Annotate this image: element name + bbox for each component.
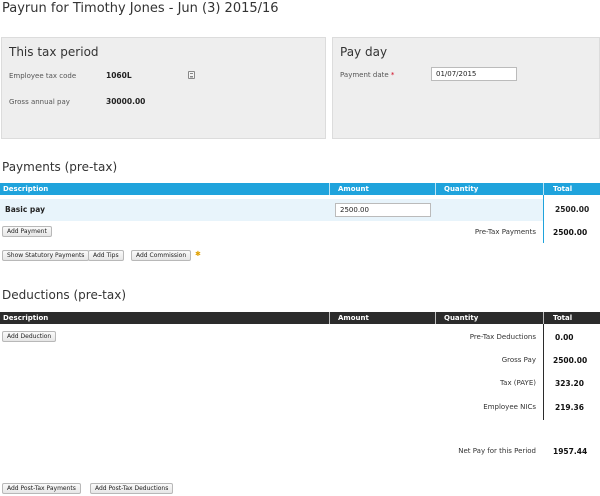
- add-deduction-button[interactable]: Add Deduction: [2, 331, 57, 342]
- column-divider: [543, 183, 544, 195]
- tax-period-title: This tax period: [9, 45, 99, 59]
- page-title: Payrun for Timothy Jones - Jun (3) 2015/…: [2, 1, 279, 16]
- add-post-tax-deductions-button[interactable]: Add Post-Tax Deductions: [90, 483, 174, 494]
- table-row: [0, 199, 543, 221]
- row-total: 2500.00: [555, 205, 590, 214]
- col-quantity: Quantity: [444, 314, 479, 322]
- column-divider: [543, 312, 544, 324]
- employee-nics-label: Employee NICs: [483, 403, 536, 411]
- show-statutory-payments-button[interactable]: Show Statutory Payments: [2, 250, 90, 261]
- col-amount: Amount: [338, 314, 369, 322]
- row-description: Basic pay: [5, 205, 45, 214]
- payment-date-label-text: Payment date: [340, 71, 389, 79]
- add-post-tax-payments-button[interactable]: Add Post-Tax Payments: [2, 483, 81, 494]
- payment-date-input[interactable]: 01/07/2015: [431, 67, 517, 81]
- deductions-title: Deductions (pre-tax): [2, 288, 127, 302]
- col-description: Description: [3, 185, 49, 193]
- gross-annual-pay-value: 30000.00: [106, 97, 146, 106]
- deductions-table-header: Description Amount Quantity Total: [0, 312, 600, 324]
- sparkle-icon: ✱: [195, 250, 201, 258]
- col-quantity: Quantity: [444, 185, 479, 193]
- pretax-payments-value: 2500.00: [553, 228, 588, 237]
- calculator-icon[interactable]: [188, 71, 195, 79]
- total-column-divider: [543, 324, 544, 420]
- payment-date-label: Payment date *: [340, 71, 394, 79]
- tax-code-value: 1060L: [106, 71, 132, 80]
- gross-annual-pay-label: Gross annual pay: [9, 98, 70, 106]
- tax-period-panel: This tax period Employee tax code 1060L …: [1, 37, 326, 139]
- col-amount: Amount: [338, 185, 369, 193]
- add-tips-button[interactable]: Add Tips: [88, 250, 124, 261]
- total-column-divider: [543, 195, 544, 243]
- tax-code-label: Employee tax code: [9, 72, 77, 80]
- payments-title: Payments (pre-tax): [2, 160, 118, 174]
- pretax-deductions-value: 0.00: [555, 333, 574, 342]
- column-divider: [435, 183, 436, 195]
- basic-pay-amount-input[interactable]: 2500.00: [335, 203, 431, 217]
- gross-pay-label: Gross Pay: [501, 356, 536, 364]
- payments-table-header: Description Amount Quantity Total: [0, 183, 600, 195]
- column-divider: [329, 183, 330, 195]
- pretax-payments-label: Pre-Tax Payments: [474, 228, 536, 236]
- pretax-deductions-label: Pre-Tax Deductions: [469, 333, 536, 341]
- col-total: Total: [553, 185, 573, 193]
- required-marker: *: [390, 71, 395, 79]
- col-total: Total: [553, 314, 573, 322]
- add-commission-button[interactable]: Add Commission: [131, 250, 192, 261]
- pay-day-title: Pay day: [340, 45, 388, 59]
- employee-nics-value: 219.36: [555, 403, 584, 412]
- column-divider: [329, 312, 330, 324]
- tax-paye-value: 323.20: [555, 379, 584, 388]
- net-pay-value: 1957.44: [553, 447, 588, 456]
- col-description: Description: [3, 314, 49, 322]
- net-pay-label: Net Pay for this Period: [458, 447, 536, 455]
- pay-day-panel: Pay day Payment date * 01/07/2015: [332, 37, 600, 139]
- column-divider: [435, 312, 436, 324]
- tax-paye-label: Tax (PAYE): [500, 379, 536, 387]
- gross-pay-value: 2500.00: [553, 356, 588, 365]
- add-payment-button[interactable]: Add Payment: [2, 226, 52, 237]
